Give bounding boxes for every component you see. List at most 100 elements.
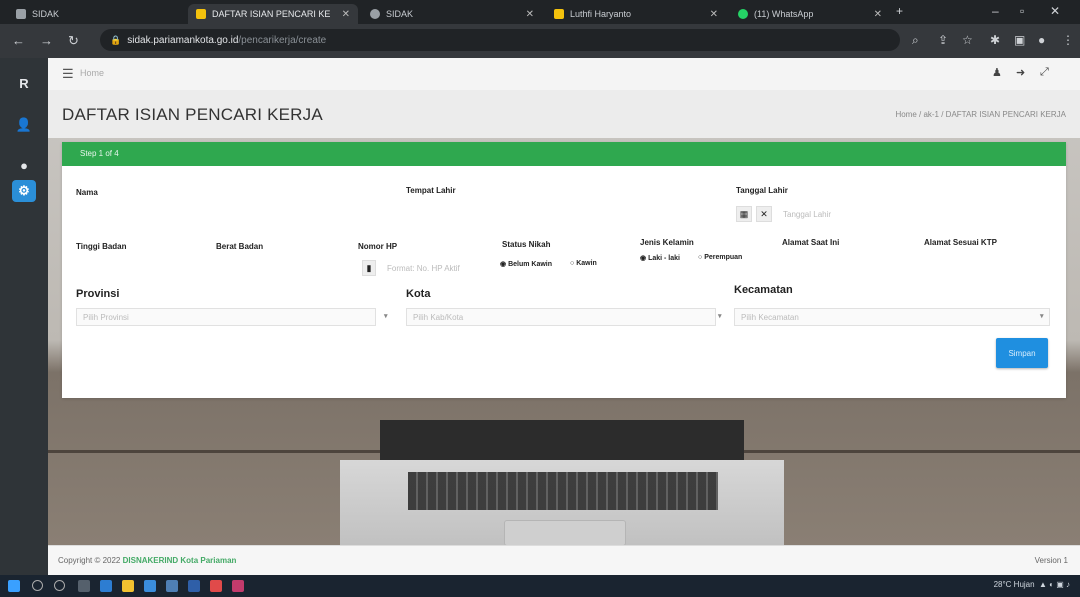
radio-label: Kawin — [576, 260, 597, 267]
radio-label: Belum Kawin — [508, 261, 553, 268]
maximize-icon[interactable]: ▫ — [1020, 4, 1024, 18]
reload-icon[interactable]: ↻ — [68, 33, 79, 49]
browser-tab[interactable]: Luthfi Haryanto ✕ — [546, 4, 726, 24]
share-icon[interactable]: ⇪ — [938, 33, 948, 47]
top-navbar: ☰ Home ♟ ➜ ⤢ — [48, 58, 1080, 91]
browser-tab[interactable]: (11) WhatsApp ✕ — [730, 4, 890, 24]
alamat-saat-ini-label: Alamat Saat Ini — [782, 238, 840, 247]
alamat-ktp-input[interactable] — [924, 252, 1054, 270]
close-tab-icon[interactable]: ✕ — [710, 9, 718, 20]
simpan-button[interactable]: Simpan — [996, 338, 1048, 368]
topnav-crumb[interactable]: Home — [80, 68, 104, 78]
browser-tab[interactable]: SIDAK ✕ — [362, 4, 542, 24]
page-footer: Copyright © 2022 DISNAKERIND Kota Pariam… — [48, 545, 1080, 575]
chevron-down-icon[interactable]: ▾ — [384, 312, 388, 320]
nama-label: Nama — [76, 188, 98, 197]
extension-icon[interactable]: ✱ — [990, 33, 1000, 47]
berat-badan-input[interactable] — [216, 256, 336, 274]
footer-copyright-org[interactable]: DISNAKERIND Kota Pariaman — [123, 556, 237, 565]
mail-icon[interactable] — [166, 580, 178, 592]
tempat-lahir-label: Tempat Lahir — [406, 186, 456, 195]
tanggal-lahir-label: Tanggal Lahir — [736, 186, 788, 195]
chevron-down-icon[interactable]: ▾ — [718, 312, 722, 320]
tab-label: SIDAK — [32, 9, 60, 19]
windows-start-icon[interactable] — [8, 580, 20, 592]
edge-icon[interactable] — [100, 580, 112, 592]
main-content: ☰ Home ♟ ➜ ⤢ DAFTAR ISIAN PENCARI KERJA … — [48, 58, 1080, 575]
forward-icon[interactable]: → — [40, 33, 53, 48]
laptop-screen-image — [380, 420, 744, 460]
new-tab-icon[interactable]: + — [896, 4, 903, 18]
breadcrumb[interactable]: Home / ak-1 / DAFTAR ISIAN PENCARI KERJA — [895, 110, 1066, 119]
hamburger-menu-icon[interactable]: ☰ — [62, 66, 74, 82]
close-window-icon[interactable]: ✕ — [1050, 4, 1060, 18]
radio-laki-laki[interactable]: ◉ Laki - laki — [640, 254, 680, 262]
user-account-icon[interactable]: ♟ — [992, 66, 1002, 79]
browser-tab-active[interactable]: DAFTAR ISIAN PENCARI KE ✕ — [188, 4, 358, 24]
settings-icon[interactable]: ⚙ — [12, 180, 36, 202]
kecamatan-select[interactable]: Pilih Kecamatan — [734, 308, 1050, 326]
back-icon[interactable]: ← — [12, 33, 25, 48]
word-icon[interactable] — [188, 580, 200, 592]
alamat-saat-ini-input[interactable] — [782, 252, 912, 270]
nama-input[interactable] — [76, 202, 376, 220]
chrome-icon[interactable] — [210, 580, 222, 592]
menu-kebab-icon[interactable]: ⋮ — [1062, 33, 1074, 47]
zoom-icon[interactable]: ⌕ — [912, 33, 919, 48]
logout-icon[interactable]: ➜ — [1016, 66, 1025, 79]
dot-icon[interactable]: ● — [12, 154, 36, 176]
radio-label: Laki - laki — [648, 255, 680, 262]
file-explorer-icon[interactable] — [122, 580, 134, 592]
tab-label: SIDAK — [386, 9, 414, 19]
app-sidebar: R 👤 ● ⚙ — [0, 58, 48, 575]
chevron-down-icon[interactable]: ▾ — [1040, 312, 1044, 320]
laptop-trackpad-image — [504, 520, 626, 546]
provinsi-select[interactable]: Pilih Provinsi — [76, 308, 376, 326]
step-indicator: Step 1 of 4 — [62, 142, 1066, 166]
system-tray[interactable]: 28°C Hujan ▲ ◐ ▣ ♪ — [994, 580, 1070, 589]
tab-label: Luthfi Haryanto — [570, 9, 632, 19]
store-icon[interactable] — [144, 580, 156, 592]
calendar-icon[interactable]: ▦ — [736, 206, 752, 222]
bookmark-star-icon[interactable]: ☆ — [962, 33, 973, 47]
url-input[interactable]: 🔒 sidak.pariamankota.go.id /pencarikerja… — [100, 29, 900, 51]
app-icon[interactable] — [232, 580, 244, 592]
registration-form-card: Step 1 of 4 Nama Tempat Lahir Tanggal La… — [62, 142, 1066, 398]
tanggal-lahir-input[interactable]: Tanggal Lahir — [776, 205, 896, 223]
step-label: Step 1 of 4 — [80, 149, 119, 158]
berat-badan-label: Berat Badan — [216, 242, 264, 251]
tempat-lahir-input[interactable] — [406, 200, 706, 218]
minimize-icon[interactable]: – — [992, 4, 999, 18]
kota-select[interactable]: Pilih Kab/Kota — [406, 308, 716, 326]
phone-icon: ▮ — [362, 260, 376, 276]
search-icon[interactable] — [32, 580, 43, 591]
tinggi-badan-input[interactable] — [76, 256, 196, 274]
brand-logo-icon[interactable]: R — [12, 72, 36, 94]
radio-belum-kawin[interactable]: ◉ Belum Kawin — [500, 260, 552, 268]
tab-favicon-icon — [554, 9, 564, 19]
alamat-ktp-label: Alamat Sesuai KTP — [924, 238, 997, 247]
tab-favicon-icon — [738, 9, 748, 19]
sidepanel-icon[interactable]: ▣ — [1014, 33, 1025, 47]
clear-date-icon[interactable]: ✕ — [756, 206, 772, 222]
radio-perempuan[interactable]: ○ Perempuan — [698, 254, 742, 261]
user-icon[interactable]: 👤 — [12, 114, 36, 136]
radio-kawin[interactable]: ○ Kawin — [570, 260, 597, 267]
profile-avatar-icon[interactable]: ● — [1038, 33, 1045, 47]
browser-tab[interactable]: SIDAK ✕ — [8, 4, 208, 24]
laptop-keyboard-image — [408, 472, 718, 510]
close-tab-icon[interactable]: ✕ — [526, 9, 534, 20]
task-view-icon[interactable] — [78, 580, 90, 592]
close-tab-icon[interactable]: ✕ — [874, 9, 882, 20]
kecamatan-label: Kecamatan — [734, 284, 793, 296]
footer-copyright-prefix: Copyright © 2022 — [58, 556, 121, 565]
cortana-icon[interactable] — [54, 580, 65, 591]
tinggi-badan-label: Tinggi Badan — [76, 242, 127, 251]
close-tab-icon[interactable]: ✕ — [342, 9, 350, 20]
radio-label: Perempuan — [704, 254, 743, 261]
tab-favicon-icon — [196, 9, 206, 19]
nomor-hp-input[interactable]: Format: No. HP Aktif — [380, 259, 490, 277]
os-taskbar: 28°C Hujan ▲ ◐ ▣ ♪ — [0, 575, 1080, 597]
page-title: DAFTAR ISIAN PENCARI KERJA — [62, 105, 323, 124]
fullscreen-icon[interactable]: ⤢ — [1040, 66, 1049, 79]
